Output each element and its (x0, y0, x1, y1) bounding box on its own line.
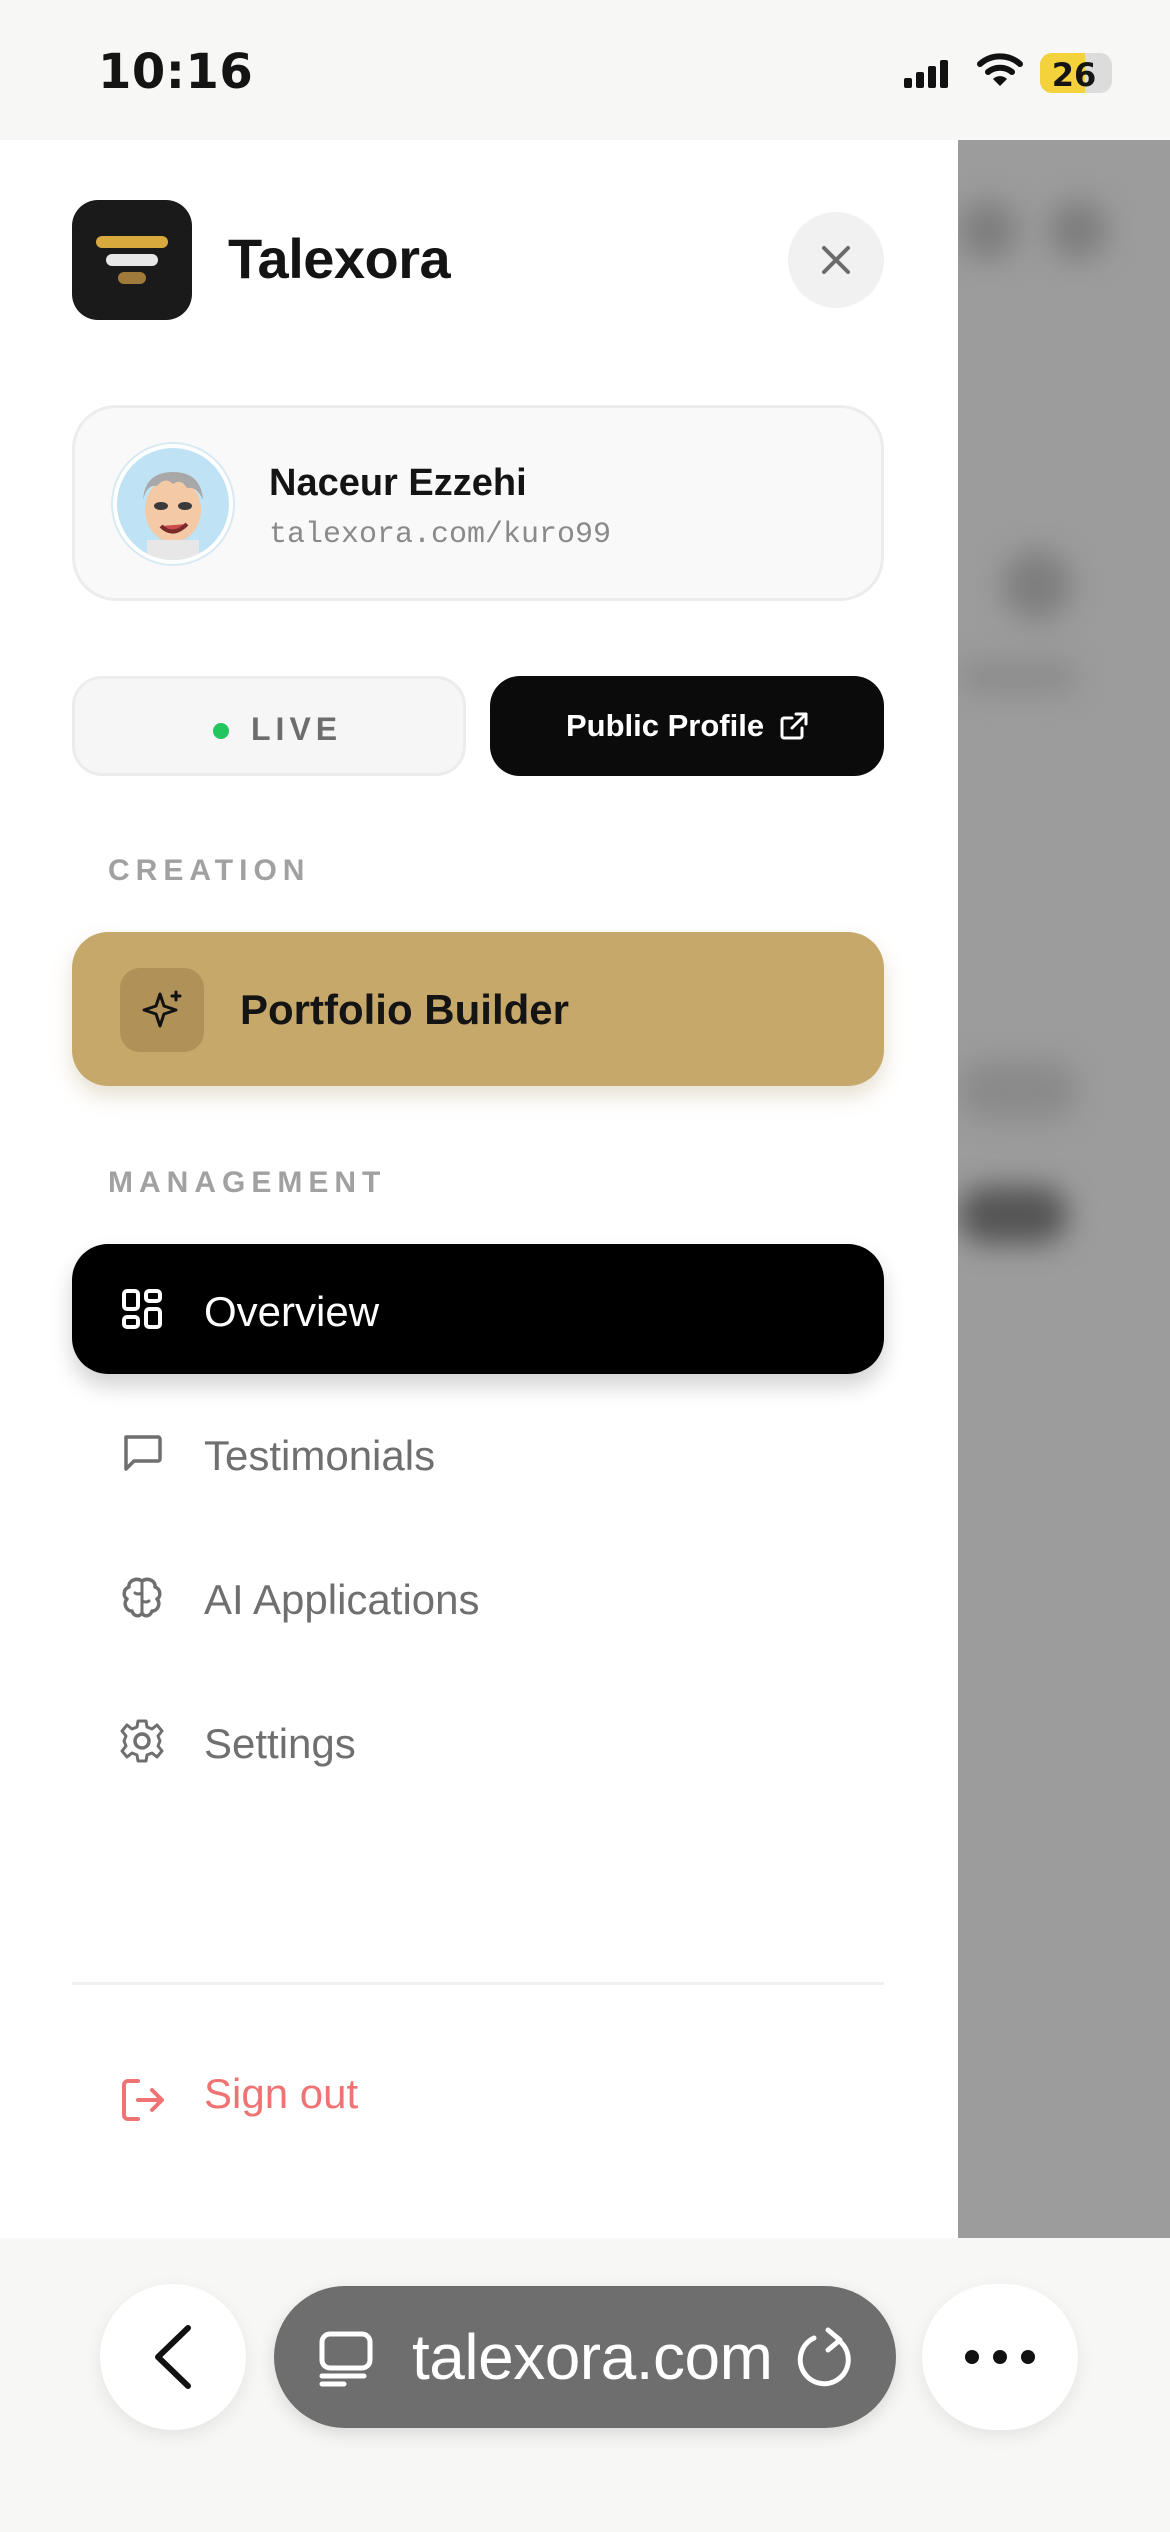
nav-label-overview: Overview (204, 1288, 380, 1335)
section-label-creation: CREATION (108, 854, 311, 887)
live-status-pill[interactable]: LIVE (72, 676, 466, 776)
blurred-shape (1048, 200, 1108, 260)
more-options-button[interactable] (922, 2284, 1078, 2430)
sparkles-icon (142, 990, 182, 1028)
external-link-icon (780, 712, 808, 740)
avatar-illustration (143, 472, 203, 560)
divider (72, 1982, 884, 1985)
close-icon (822, 246, 850, 274)
gear-icon (120, 1719, 164, 1763)
blurred-shape (958, 1186, 1068, 1244)
status-time: 10:16 (98, 44, 254, 100)
blurred-shape (958, 660, 1078, 694)
nav-label-settings: Settings (204, 1720, 356, 1767)
avatar (113, 444, 233, 564)
message-icon (124, 1435, 162, 1471)
ellipsis-icon (965, 2350, 1035, 2364)
portfolio-builder-label: Portfolio Builder (240, 986, 569, 1033)
brain-icon (122, 1577, 162, 1618)
status-bar: 10:16 26 (0, 0, 1170, 140)
blurred-shape (1002, 550, 1072, 620)
close-drawer-button[interactable] (788, 212, 884, 308)
brand-name: Talexora (228, 227, 451, 290)
blurred-shape (958, 200, 1018, 260)
background-page-overlay[interactable] (958, 140, 1170, 2238)
battery-icon: 26 (1040, 53, 1112, 93)
nav-item-testimonials[interactable]: Testimonials (72, 1388, 884, 1518)
tab-icon (319, 2331, 373, 2387)
browser-back-button[interactable] (100, 2284, 246, 2430)
sign-out-icon[interactable] (118, 2075, 168, 2125)
grid-icon (122, 1289, 162, 1329)
wifi-icon (977, 53, 1023, 86)
nav-label-testimonials: Testimonials (204, 1432, 436, 1479)
profile-card[interactable]: Naceur Ezzehi talexora.com/kuro99 (72, 405, 884, 601)
public-profile-button[interactable]: Public Profile (490, 676, 884, 776)
nav-label-ai-applications: AI Applications (204, 1576, 480, 1623)
talexora-logo (72, 200, 192, 320)
builder-icon-box (120, 968, 204, 1052)
chevron-left-icon (155, 2325, 191, 2389)
battery-level: 26 (1051, 56, 1097, 93)
nav-item-settings[interactable]: Settings (72, 1676, 884, 1806)
address-bar[interactable]: talexora.com (274, 2286, 896, 2428)
portfolio-builder-button[interactable]: Portfolio Builder (72, 932, 884, 1086)
url-text: talexora.com (412, 2321, 773, 2393)
reload-icon[interactable] (792, 2324, 856, 2390)
profile-name: Naceur Ezzehi (269, 462, 527, 504)
blurred-shape (958, 1060, 1078, 1120)
live-label: LIVE (251, 711, 343, 747)
nav-item-ai-applications[interactable]: AI Applications (72, 1532, 884, 1662)
navigation-drawer: Talexora Naceur Ezzehi talexora.com/kuro… (0, 140, 958, 2238)
section-label-management: MANAGEMENT (108, 1166, 387, 1199)
live-indicator-dot (213, 723, 229, 739)
browser-toolbar: talexora.com (0, 2238, 1170, 2532)
profile-url: talexora.com/kuro99 (269, 518, 612, 552)
cellular-signal-icon (904, 60, 948, 88)
nav-item-overview[interactable]: Overview (72, 1244, 884, 1374)
public-profile-label: Public Profile (566, 708, 765, 743)
logo-icon (96, 236, 168, 284)
sign-out-button[interactable]: Sign out (204, 2070, 358, 2118)
